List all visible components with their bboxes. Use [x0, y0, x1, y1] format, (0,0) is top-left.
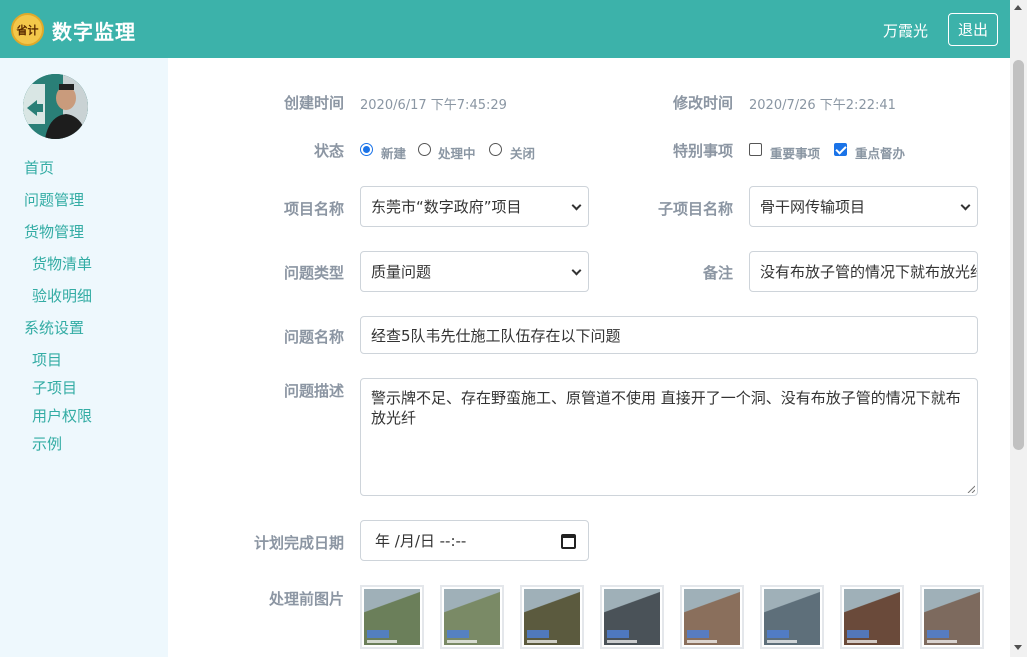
sidebar-item-goods-list[interactable]: 货物清单 [32, 253, 92, 274]
status-radio-processing[interactable] [418, 143, 431, 156]
photo-watermark [927, 630, 949, 638]
photo-watermark-line [607, 640, 637, 643]
photo-watermark [767, 630, 789, 638]
photo-watermark [847, 630, 869, 638]
sidebar-item-acceptance-details[interactable]: 验收明细 [32, 285, 92, 306]
sidebar-item-issue-management[interactable]: 问题管理 [24, 189, 84, 210]
resize-grip-icon[interactable] [967, 485, 975, 493]
scroll-up-arrow-icon[interactable] [1014, 5, 1022, 10]
planned-completion-date-label: 计划完成日期 [253, 534, 344, 552]
sidebar-item-examples[interactable]: 示例 [32, 433, 62, 454]
site-photo-image [364, 589, 420, 645]
scrollbar-thumb[interactable] [1013, 60, 1024, 450]
current-user-name: 万霞光 [883, 22, 929, 40]
photo-watermark [527, 630, 549, 638]
sidebar: 首页 问题管理 货物管理 货物清单 验收明细 系统设置 项目 子项目 用户权限 … [0, 58, 168, 657]
photo-thumbnail[interactable] [440, 585, 504, 649]
photo-watermark-line [527, 640, 557, 643]
photo-thumbnail[interactable] [520, 585, 584, 649]
subproject-name-value: 骨干网传输项目 [760, 198, 866, 216]
photo-thumbnail[interactable] [360, 585, 424, 649]
before-photos-label: 处理前图片 [268, 590, 344, 608]
user-avatar [23, 74, 88, 139]
photo-thumbnail[interactable] [760, 585, 824, 649]
issue-name-input[interactable]: 经查5队韦先仕施工队伍存在以下问题 [360, 316, 978, 354]
subproject-name-select[interactable]: 骨干网传输项目 [749, 186, 978, 227]
photo-thumbnail[interactable] [600, 585, 664, 649]
photo-thumbnail[interactable] [920, 585, 984, 649]
logo-text: 省计 [16, 23, 39, 37]
sidebar-item-user-permissions[interactable]: 用户权限 [32, 405, 92, 426]
scroll-down-arrow-icon[interactable] [1014, 645, 1022, 650]
key-supervision-checkbox[interactable] [834, 143, 847, 156]
issue-description-label: 问题描述 [283, 382, 344, 400]
status-label: 状态 [313, 142, 344, 160]
project-name-select[interactable]: 东莞市“数字政府”项目 [360, 186, 589, 227]
issue-type-select[interactable]: 质量问题 [360, 251, 589, 292]
key-supervision-label: 重点督办 [855, 146, 906, 161]
status-radio-new[interactable] [360, 143, 373, 156]
modified-time-value: 2020/7/26 下午2:22:41 [749, 98, 896, 113]
photo-watermark [687, 630, 709, 638]
planned-completion-date-value: 年 /月/日 --:-- [375, 532, 467, 550]
subproject-name-label: 子项目名称 [657, 200, 733, 218]
photo-watermark-line [927, 640, 957, 643]
created-time-value: 2020/6/17 下午7:45:29 [360, 98, 507, 113]
project-name-value: 东莞市“数字政府”项目 [371, 198, 522, 216]
chevron-down-icon [571, 200, 582, 210]
remark-input[interactable]: 没有布放子管的情况下就布放光纤 [749, 251, 978, 292]
photo-thumbnail[interactable] [840, 585, 904, 649]
status-radio-closed[interactable] [489, 143, 502, 156]
site-photo-image [524, 589, 580, 645]
calendar-icon[interactable] [561, 534, 576, 549]
sidebar-item-system-settings[interactable]: 系统设置 [24, 317, 84, 338]
avatar-photo-icon [23, 74, 88, 139]
remark-value: 没有布放子管的情况下就布放光纤 [760, 263, 978, 281]
site-photo-image [764, 589, 820, 645]
important-matter-label: 重要事项 [770, 146, 821, 161]
modified-time-label: 修改时间 [672, 94, 733, 112]
issue-description-textarea[interactable]: 警示牌不足、存在野蛮施工、原管道不使用 直接开了一个洞、没有布放子管的情况下就布… [360, 378, 978, 496]
photo-thumbnail[interactable] [680, 585, 744, 649]
sidebar-item-projects[interactable]: 项目 [32, 349, 62, 370]
planned-completion-date-input[interactable]: 年 /月/日 --:-- [360, 520, 589, 561]
issue-type-label: 问题类型 [283, 264, 344, 282]
logout-button[interactable]: 退出 [948, 13, 998, 46]
photo-watermark-line [447, 640, 477, 643]
app-logo: 省计 [11, 13, 44, 46]
site-photo-image [924, 589, 980, 645]
special-matters-label: 特别事项 [672, 142, 733, 160]
site-photo-image [684, 589, 740, 645]
photo-watermark-line [767, 640, 797, 643]
issue-name-value: 经查5队韦先仕施工队伍存在以下问题 [371, 326, 621, 345]
chevron-down-icon [960, 200, 971, 210]
status-option-processing-label: 处理中 [438, 146, 476, 161]
sidebar-item-home[interactable]: 首页 [24, 157, 54, 178]
site-photo-image [844, 589, 900, 645]
issue-detail-form: 创建时间 2020/6/17 下午7:45:29 修改时间 2020/7/26 … [168, 58, 1010, 657]
top-header: 省计 数字监理 万霞光 退出 [0, 0, 1010, 58]
app-title: 数字监理 [52, 20, 136, 44]
site-photo-image [444, 589, 500, 645]
issue-type-value: 质量问题 [371, 263, 432, 281]
status-option-new-label: 新建 [381, 146, 407, 161]
status-option-closed-label: 关闭 [510, 146, 536, 161]
photo-watermark [607, 630, 629, 638]
remark-label: 备注 [702, 264, 733, 282]
sidebar-item-subprojects[interactable]: 子项目 [32, 377, 77, 398]
photo-watermark [367, 630, 389, 638]
issue-name-label: 问题名称 [283, 328, 344, 346]
created-time-label: 创建时间 [283, 94, 344, 112]
issue-description-value: 警示牌不足、存在野蛮施工、原管道不使用 直接开了一个洞、没有布放子管的情况下就布… [371, 389, 961, 427]
photo-watermark-line [367, 640, 397, 643]
page-scrollbar[interactable] [1010, 0, 1027, 657]
important-matter-checkbox[interactable] [749, 143, 762, 156]
photo-watermark [447, 630, 469, 638]
photo-watermark-line [687, 640, 717, 643]
photo-watermark-line [847, 640, 877, 643]
site-photo-image [604, 589, 660, 645]
project-name-label: 项目名称 [283, 200, 344, 218]
sidebar-item-goods-management[interactable]: 货物管理 [24, 221, 84, 242]
chevron-down-icon [571, 265, 582, 275]
